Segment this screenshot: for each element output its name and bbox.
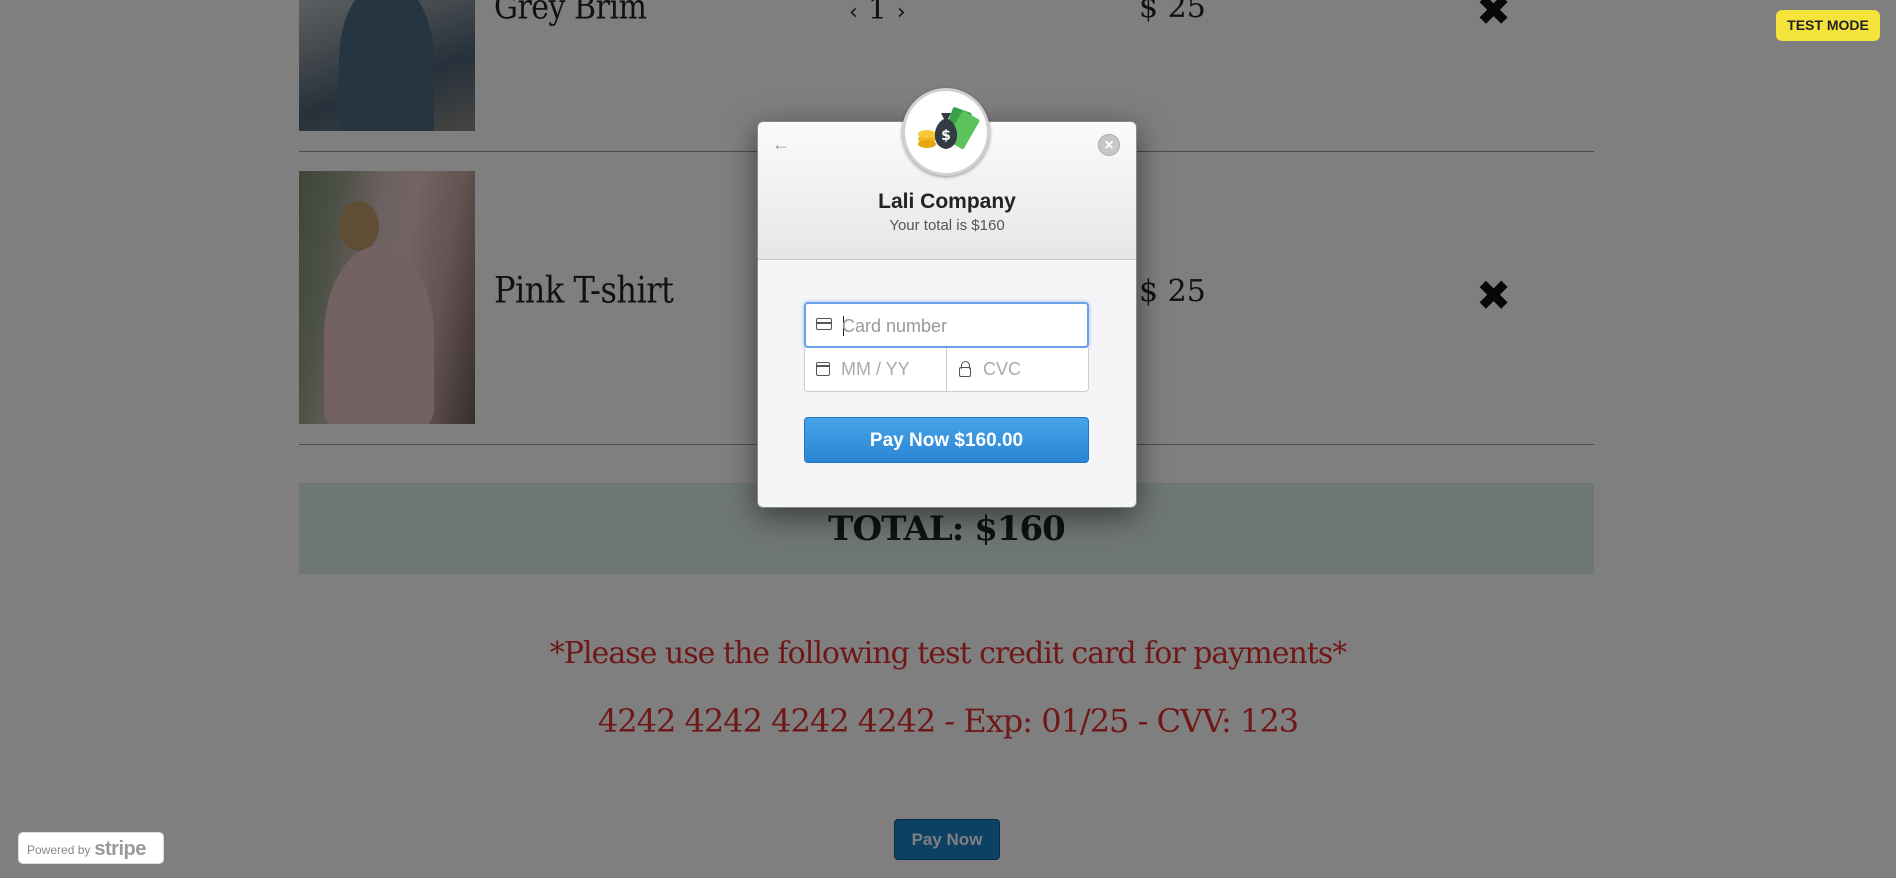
- stripe-logo: stripe: [94, 838, 146, 860]
- close-icon[interactable]: ×: [1098, 134, 1120, 156]
- company-logo: $: [902, 88, 990, 176]
- powered-by-stripe-badge[interactable]: Powered by stripe: [18, 832, 164, 864]
- money-bag-icon: $: [918, 107, 980, 149]
- company-name: Lali Company: [878, 190, 1016, 213]
- svg-text:$: $: [941, 128, 951, 144]
- stripe-checkout-modal: ← × $ Lali Company Your total is $160 Ca…: [757, 88, 1137, 508]
- card-number-field[interactable]: Card number: [804, 302, 1089, 348]
- modal-pay-button[interactable]: Pay Now $160.00: [804, 417, 1089, 463]
- card-form: Card number MM / YY CVC: [804, 302, 1089, 392]
- lock-icon: [959, 361, 971, 377]
- cvc-placeholder: CVC: [983, 359, 1022, 379]
- test-mode-badge: TEST MODE: [1776, 10, 1880, 41]
- order-total-text: Your total is $160: [889, 217, 1005, 234]
- card-number-placeholder: Card number: [842, 316, 948, 336]
- powered-by-label: Powered by: [27, 843, 91, 857]
- back-arrow-icon[interactable]: ←: [772, 134, 792, 154]
- expiry-field[interactable]: MM / YY: [804, 348, 947, 392]
- expiry-placeholder: MM / YY: [841, 359, 910, 379]
- credit-card-icon: [816, 318, 832, 330]
- calendar-icon: [816, 362, 830, 376]
- cvc-field[interactable]: CVC: [946, 348, 1089, 392]
- modal-header: ← × $ Lali Company Your total is $160: [758, 88, 1136, 260]
